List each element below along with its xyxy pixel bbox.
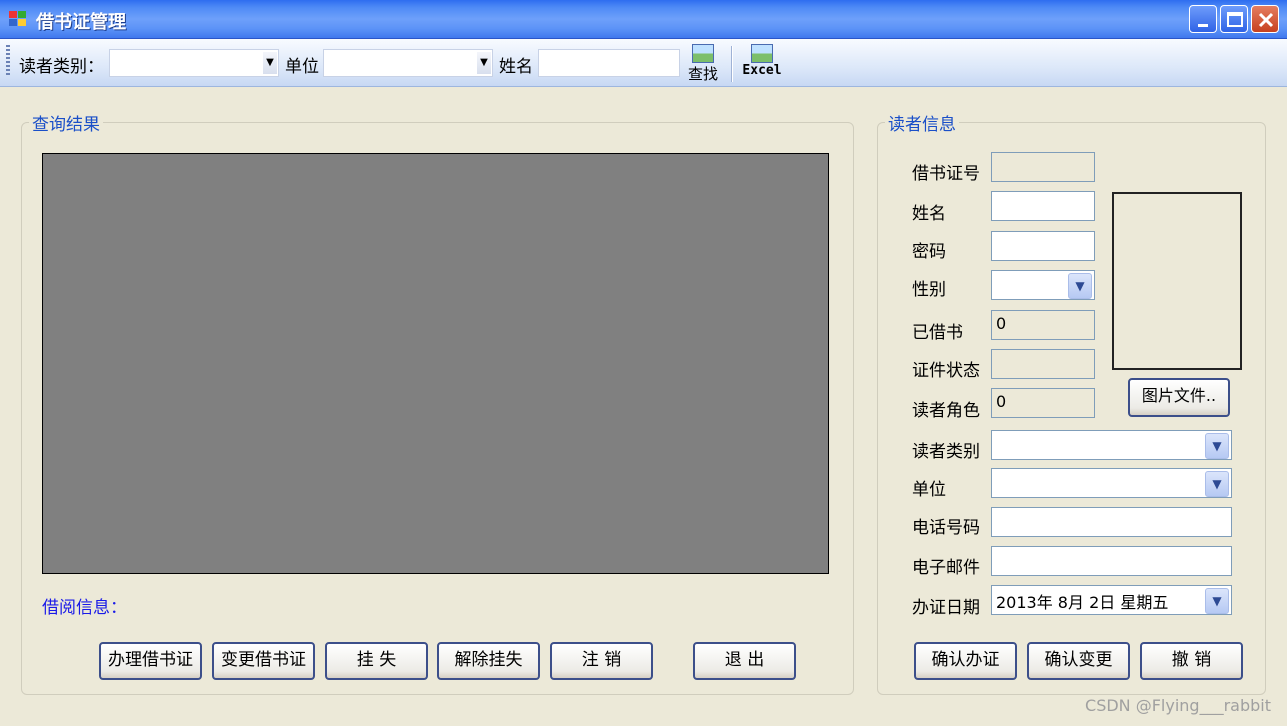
borrowed-value: 0 — [996, 314, 1007, 333]
cancel-loss-button[interactable]: 解除挂失 — [437, 642, 540, 680]
photo-frame — [1112, 192, 1242, 370]
email-label: 电子邮件 — [912, 558, 980, 578]
phone-field[interactable] — [991, 507, 1232, 537]
card-no-label: 借书证号 — [912, 164, 980, 184]
email-field[interactable] — [991, 546, 1232, 576]
reader-name-field[interactable] — [991, 191, 1095, 221]
confirm-issue-button[interactable]: 确认办证 — [914, 642, 1017, 680]
borrow-info-label: 借阅信息： — [42, 598, 127, 618]
unit-combo[interactable]: ▼ — [323, 49, 493, 77]
toolbar-separator — [731, 46, 733, 82]
window-title: 借书证管理 — [36, 12, 126, 33]
reader-type-combo[interactable]: ▼ — [109, 49, 279, 77]
borrowed-field[interactable]: 0 — [991, 310, 1095, 340]
unit-select[interactable]: ▼ — [991, 468, 1232, 498]
reader-type-label: 读者类别： — [19, 57, 104, 77]
image-icon — [692, 44, 714, 63]
phone-label: 电话号码 — [912, 518, 980, 538]
category-label: 读者类别 — [912, 442, 980, 462]
role-value: 0 — [996, 392, 1007, 411]
category-select[interactable]: ▼ — [991, 430, 1232, 460]
issue-card-button[interactable]: 办理借书证 — [99, 642, 202, 680]
title-bar — [0, 0, 1287, 39]
role-field[interactable]: 0 — [991, 388, 1095, 418]
unit-field-label: 单位 — [912, 480, 946, 500]
reader-name-label: 姓名 — [912, 204, 946, 224]
card-no-field[interactable] — [991, 152, 1095, 182]
borrowed-label: 已借书 — [912, 323, 963, 343]
maximize-button[interactable] — [1220, 5, 1248, 33]
password-field[interactable] — [991, 231, 1095, 261]
chevron-down-icon[interactable]: ▼ — [1068, 273, 1092, 299]
date-picker[interactable]: 2013年 8月 2日 星期五 ▼ — [991, 585, 1232, 615]
name-label: 姓名 — [499, 57, 533, 77]
close-button[interactable] — [1251, 5, 1279, 33]
gender-label: 性别 — [912, 280, 946, 300]
chevron-down-icon[interactable]: ▼ — [1205, 433, 1229, 459]
undo-button[interactable]: 撤 销 — [1140, 642, 1243, 680]
date-value: 2013年 8月 2日 星期五 — [996, 593, 1169, 612]
report-loss-button[interactable]: 挂 失 — [325, 642, 428, 680]
minimize-button[interactable] — [1189, 5, 1217, 33]
confirm-change-button[interactable]: 确认变更 — [1027, 642, 1130, 680]
results-grid[interactable] — [42, 153, 829, 574]
chevron-down-icon[interactable]: ▼ — [1205, 471, 1229, 497]
status-label: 证件状态 — [912, 361, 980, 381]
search-button[interactable]: 查找 — [684, 44, 722, 84]
chevron-down-icon[interactable]: ▼ — [477, 52, 491, 74]
exit-button[interactable]: 退 出 — [693, 642, 796, 680]
excel-button[interactable]: Excel — [739, 44, 785, 78]
search-button-label: 查找 — [687, 65, 718, 83]
change-card-button[interactable]: 变更借书证 — [212, 642, 315, 680]
revoke-button[interactable]: 注 销 — [550, 642, 653, 680]
query-results-title: 查询结果 — [29, 110, 103, 135]
toolbar-grip[interactable] — [6, 45, 10, 77]
status-field[interactable] — [991, 349, 1095, 379]
chevron-down-icon[interactable]: ▼ — [263, 52, 277, 74]
image-icon — [751, 44, 773, 63]
gender-select[interactable]: ▼ — [991, 270, 1095, 300]
password-label: 密码 — [912, 242, 946, 262]
excel-button-label: Excel — [742, 63, 782, 78]
reader-info-title: 读者信息 — [885, 110, 959, 135]
name-input[interactable] — [538, 49, 680, 77]
date-label: 办证日期 — [912, 598, 980, 618]
watermark: CSDN @Flying___rabbit — [1085, 696, 1271, 715]
chevron-down-icon[interactable]: ▼ — [1205, 588, 1229, 614]
role-label: 读者角色 — [912, 401, 980, 421]
photo-file-button[interactable]: 图片文件.. — [1128, 378, 1230, 417]
app-icon — [9, 11, 27, 27]
unit-label: 单位 — [285, 57, 319, 77]
